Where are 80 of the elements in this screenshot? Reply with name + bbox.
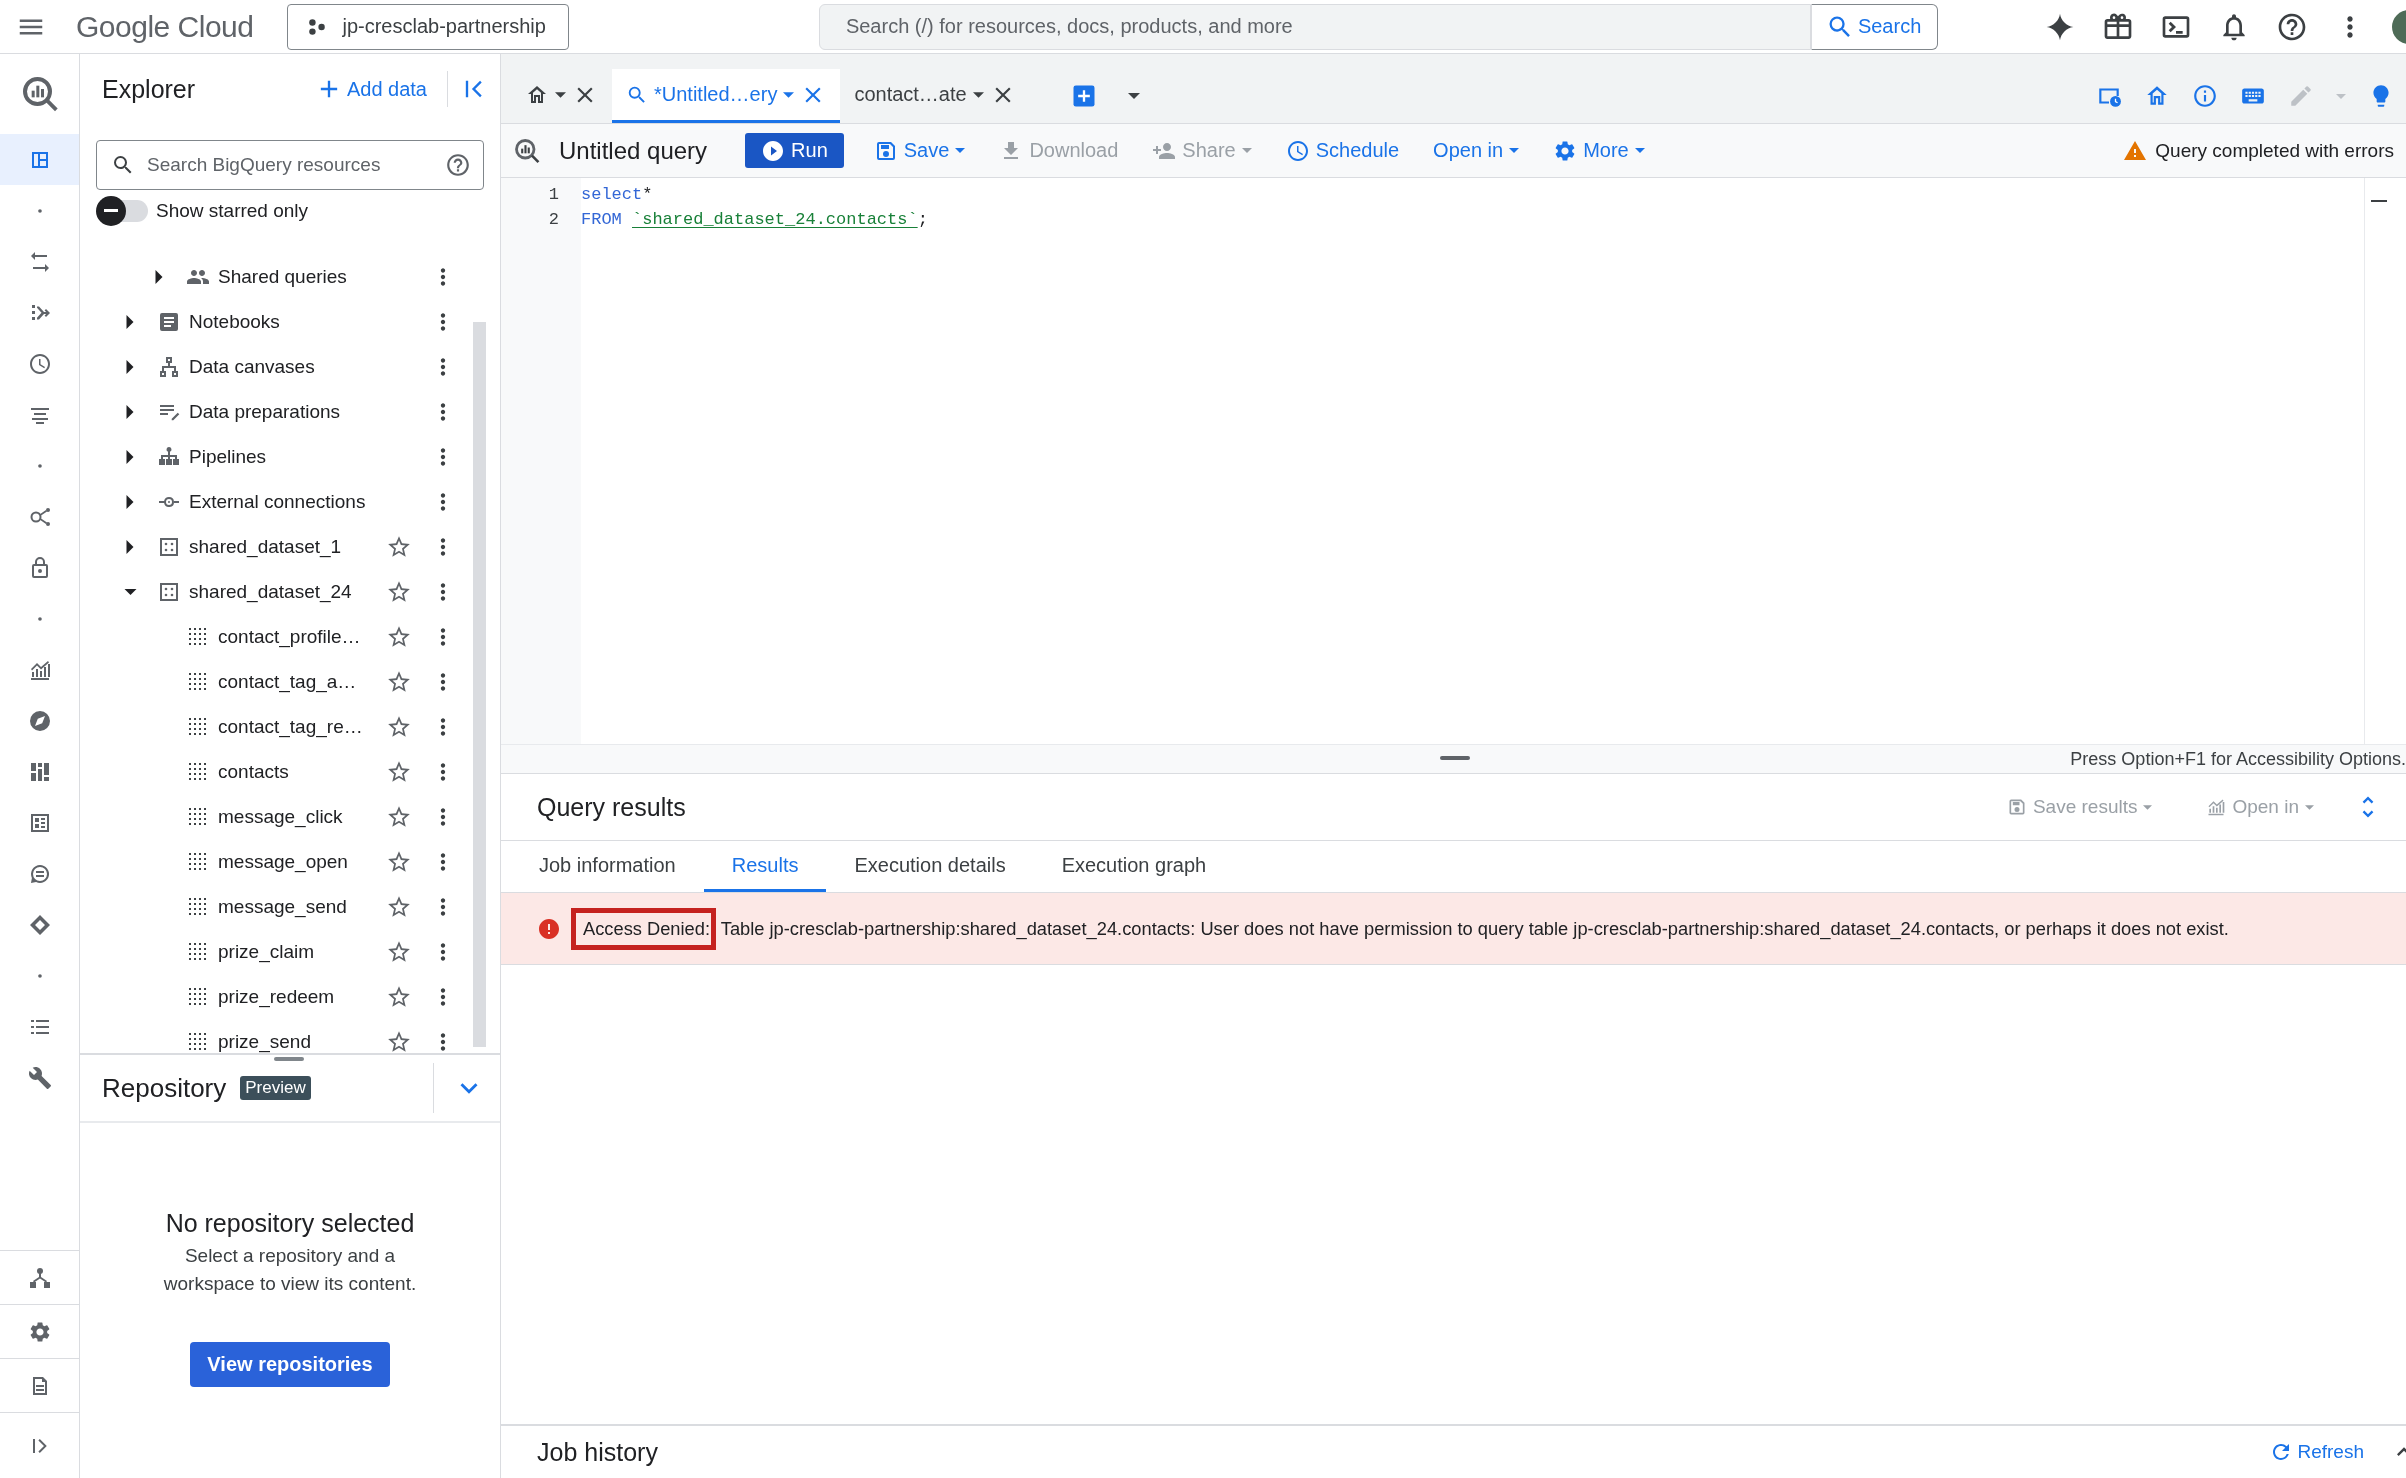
search-field[interactable]: Search BigQuery resources	[96, 140, 484, 190]
caret-icon[interactable]	[126, 449, 134, 464]
caret-icon[interactable]	[126, 314, 134, 329]
wrench-icon[interactable]	[27, 1065, 52, 1090]
results-tab[interactable]: Execution graph	[1033, 841, 1235, 892]
more-button[interactable]: More	[1553, 138, 1645, 163]
empty-state-text: Select a repository and a workspace to view its content.	[162, 1244, 418, 1296]
resize-handle[interactable]	[274, 1057, 304, 1061]
section-title: Job history	[537, 1437, 658, 1467]
project-picker[interactable]: jp-cresclab-partnership	[287, 3, 569, 50]
empty-state-title: No repository selected	[165, 1209, 415, 1238]
tree-item[interactable]: Data canvases	[80, 344, 500, 389]
chart-icon	[2206, 797, 2227, 817]
preview-badge: Preview	[240, 1076, 311, 1100]
tree-item[interactable]: prize_claim	[80, 929, 500, 974]
resize-handle[interactable]	[1439, 756, 1470, 760]
compass-icon[interactable]	[27, 708, 52, 733]
hierarchy-icon[interactable]	[27, 1265, 52, 1290]
tree-item[interactable]: contact_tag_re…	[80, 704, 500, 749]
code-editor[interactable]: select* FROM `shared_dataset_24.contacts`;	[581, 178, 2364, 744]
tree-item[interactable]: contact_profile…	[80, 614, 500, 659]
tree-item[interactable]: Pipelines	[80, 434, 500, 479]
view-repositories-button[interactable]: View repositories	[190, 1342, 390, 1387]
caret-icon[interactable]	[555, 91, 566, 98]
clock-icon	[1285, 138, 1310, 163]
open-button[interactable]: Open in	[1433, 139, 1520, 162]
tree-item[interactable]: Data preparations	[80, 389, 500, 434]
editor-tab[interactable]: contact…ate	[840, 69, 1030, 123]
error-message: Access Denied: Table jp-cresclab-partnership:shared_dataset_24.contacts: User does not have permission to query table jp-cresclab-partnership:shared_dataset_24.contacts, or perhaps it does not exist.	[571, 907, 2229, 950]
caret-icon[interactable]	[126, 539, 134, 554]
caret-icon[interactable]	[972, 91, 984, 98]
query-title: Untitled query	[559, 136, 708, 165]
tree-item[interactable]: message_send	[80, 884, 500, 929]
section-title: Repository	[102, 1072, 227, 1104]
panel-title: Explorer	[102, 74, 196, 104]
help-icon[interactable]	[445, 152, 471, 178]
minimap-marker	[2371, 200, 2387, 202]
status-message: Query completed with errors	[2155, 139, 2394, 162]
tree-item[interactable]: message_click	[80, 794, 500, 839]
accessibility-hint: Press Option+F1 for Accessibility Options.	[2070, 748, 2406, 770]
error-icon	[537, 916, 561, 941]
tree-item[interactable]: prize_send	[80, 1019, 500, 1064]
query-icon	[513, 136, 541, 165]
scrollbar[interactable]	[473, 322, 486, 1047]
caret-icon[interactable]	[123, 588, 137, 595]
play-icon	[761, 138, 786, 163]
tree-item[interactable]: External connections	[80, 479, 500, 524]
editor-tab[interactable]: *Untitled…ery	[612, 69, 841, 123]
run-button[interactable]: Run	[745, 133, 844, 168]
tree-item[interactable]: contacts	[80, 749, 500, 794]
caret-icon[interactable]	[155, 269, 163, 284]
search-button[interactable]: Search	[1810, 3, 1939, 50]
results-tab[interactable]: Execution details	[826, 841, 1034, 892]
tree-item[interactable]: shared_dataset_24	[80, 569, 500, 614]
toggle-label: Show starred only	[156, 200, 309, 222]
section-title: Query results	[537, 792, 686, 822]
tree-item[interactable]: Notebooks	[80, 299, 500, 344]
caret-icon[interactable]	[1127, 93, 1140, 99]
tree-item[interactable]: Shared queries	[80, 254, 500, 299]
refresh-button[interactable]: Refresh	[2269, 1440, 2364, 1464]
caret-icon[interactable]	[126, 404, 134, 419]
add-data-button[interactable]: Add data	[314, 75, 427, 103]
info-icon[interactable]	[2192, 83, 2218, 109]
line-number: 2	[547, 209, 560, 231]
results-tab[interactable]: Job information	[511, 841, 704, 892]
caret-icon	[2143, 804, 2153, 810]
clock-icon[interactable]	[27, 351, 52, 376]
schedule-button[interactable]: Schedule	[1285, 138, 1400, 163]
tree-item[interactable]: shared_dataset_1	[80, 524, 500, 569]
tree-item[interactable]: prize_redeem	[80, 974, 500, 1019]
caret-icon	[2305, 804, 2314, 810]
save-button[interactable]: Save	[873, 138, 966, 163]
tree-item[interactable]: contact_tag_a…	[80, 659, 500, 704]
search-input[interactable]: Search (/) for resources, docs, products, and more	[819, 15, 1810, 38]
caret-icon[interactable]	[126, 494, 134, 509]
caret-icon[interactable]	[126, 359, 134, 374]
boxes-icon	[157, 354, 181, 379]
line-number: 1	[547, 184, 560, 206]
product-logo[interactable]: Google Cloud	[76, 9, 254, 44]
tree-item[interactable]: message_open	[80, 839, 500, 884]
